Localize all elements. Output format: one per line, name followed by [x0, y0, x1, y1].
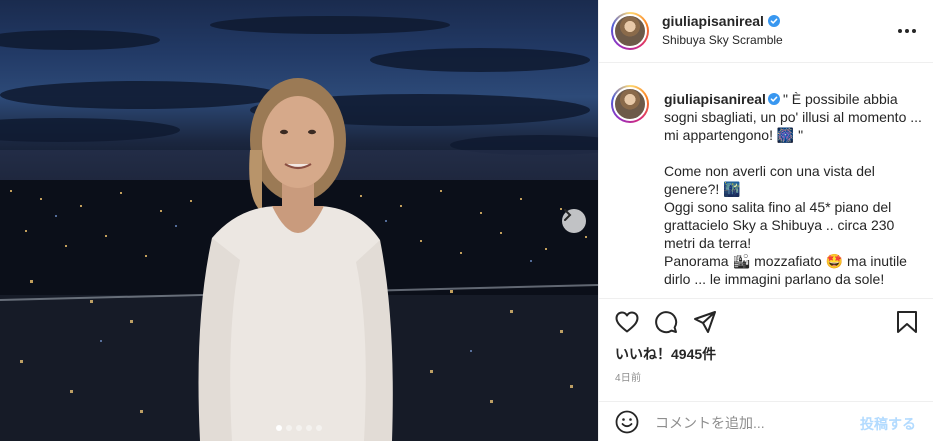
carousel-dot	[316, 425, 322, 431]
save-button[interactable]	[893, 308, 921, 336]
header-user: giuliapisanireal	[662, 13, 780, 29]
smiley-icon	[615, 410, 639, 434]
caption-area: giuliapisanireal " È possibile abbia sogn…	[599, 64, 933, 298]
post-comment-button[interactable]: 投稿する	[860, 414, 916, 434]
carousel-dot	[306, 425, 312, 431]
photo-scene	[0, 16, 598, 441]
bookmark-icon	[897, 311, 917, 333]
share-button[interactable]	[691, 308, 719, 336]
username-link[interactable]: giuliapisanireal	[662, 13, 764, 29]
caption: giuliapisanireal " È possibile abbia sogn…	[664, 90, 922, 288]
caption-text: " È possibile abbia sogni sbagliati, un …	[664, 91, 922, 287]
add-comment-bar: 投稿する	[599, 401, 933, 441]
carousel-next-button[interactable]	[562, 209, 586, 233]
post-header: giuliapisanireal Shibuya Sky Scramble	[599, 0, 933, 63]
carousel-dot	[286, 425, 292, 431]
comment-input[interactable]	[655, 413, 855, 433]
verified-badge-icon	[767, 93, 780, 105]
comment-icon	[655, 311, 678, 334]
carousel-dot	[296, 425, 302, 431]
paper-plane-icon	[694, 311, 716, 333]
location-link[interactable]: Shibuya Sky Scramble	[662, 33, 783, 47]
post-side-panel: giuliapisanireal Shibuya Sky Scramble gi…	[598, 0, 933, 441]
like-button[interactable]	[613, 308, 641, 336]
post-timestamp[interactable]: 4日前	[615, 369, 641, 384]
carousel-indicator	[0, 425, 598, 431]
caption-username-link[interactable]: giuliapisanireal	[664, 91, 766, 107]
likes-count[interactable]: いいね！4945件	[615, 344, 716, 364]
chevron-right-icon	[564, 209, 572, 221]
action-bar: いいね！4945件 4日前 投稿する	[599, 298, 933, 441]
heart-icon	[615, 311, 639, 333]
more-options-icon[interactable]	[898, 22, 916, 40]
post-photo[interactable]	[0, 0, 598, 441]
comment-button[interactable]	[652, 308, 680, 336]
verified-badge-icon	[767, 15, 780, 27]
avatar[interactable]	[611, 85, 649, 123]
carousel-dot	[276, 425, 282, 431]
emoji-button[interactable]	[613, 408, 641, 436]
avatar[interactable]	[611, 12, 649, 50]
